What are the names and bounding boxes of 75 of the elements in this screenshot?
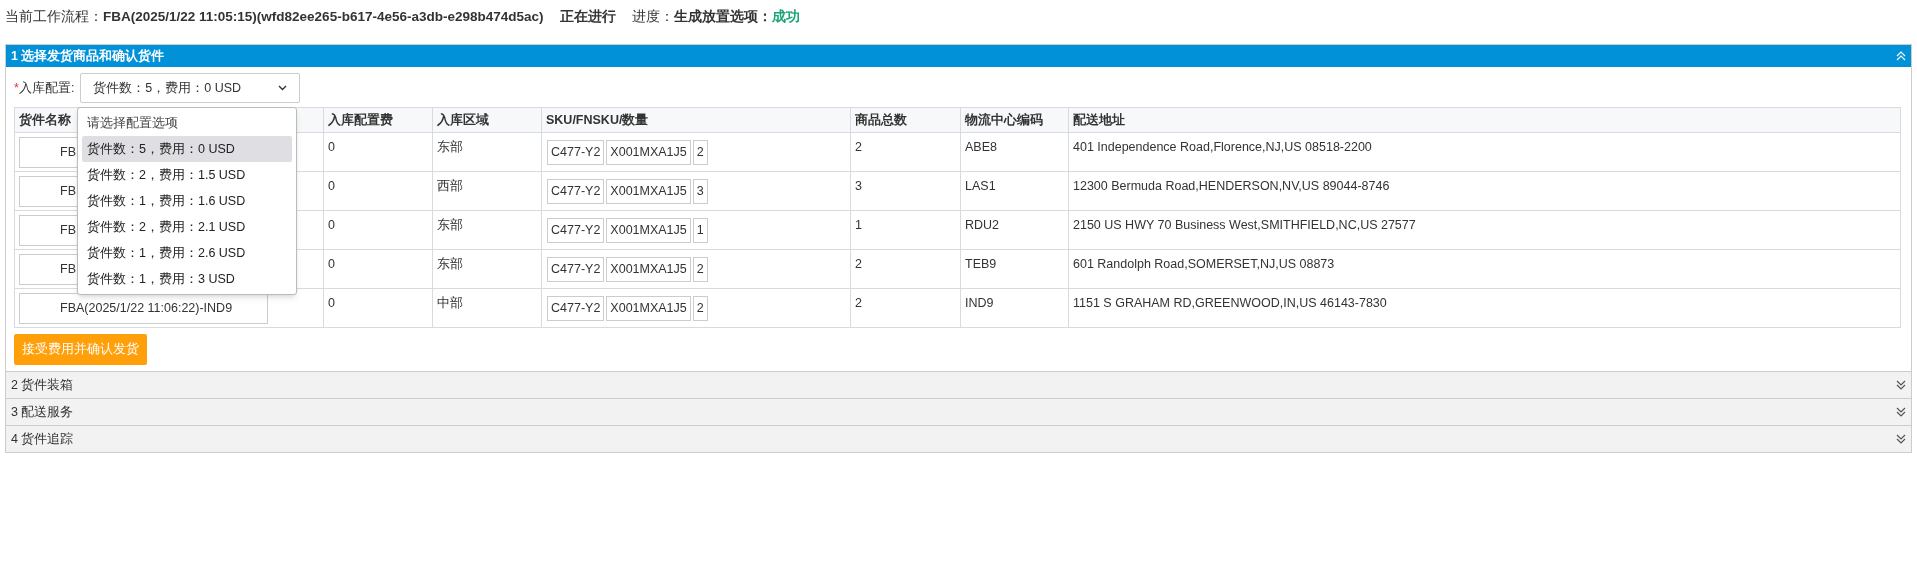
table-cell: 东部 xyxy=(432,249,542,289)
table-cell: 2 xyxy=(850,249,961,289)
table-cell: 2 xyxy=(850,288,961,328)
section-title: 2 货件装箱 xyxy=(11,376,74,394)
table-cell: 3 xyxy=(850,171,961,211)
table-cell: 0 xyxy=(323,171,433,211)
progress-label: 进度： xyxy=(631,7,674,26)
column-header: 商品总数 xyxy=(850,107,961,133)
table-cell: 东部 xyxy=(432,210,542,250)
column-header: 入库配置费 xyxy=(323,107,433,133)
sku-field[interactable]: C477-Y2 xyxy=(547,178,605,204)
table-cell: 601 Randolph Road,SOMERSET,NJ,US 08873 xyxy=(1068,249,1901,289)
progress-result: 成功 xyxy=(771,7,800,26)
fnsku-field[interactable]: X001MXA1J5 xyxy=(606,256,691,282)
config-label: 入库配置: xyxy=(18,79,75,97)
dropdown-option[interactable]: 货件数：1，费用：2.6 USD xyxy=(82,240,292,266)
workflow-status: 正在进行 xyxy=(559,7,616,26)
table-cell: RDU2 xyxy=(960,210,1069,250)
table-cell: 0 xyxy=(323,249,433,289)
fnsku-field[interactable]: X001MXA1J5 xyxy=(606,217,691,243)
sku-field[interactable]: C477-Y2 xyxy=(547,217,605,243)
section-title: 4 货件追踪 xyxy=(11,430,74,448)
quantity-field[interactable]: 2 xyxy=(692,139,708,165)
progress-step: 生成放置选项： xyxy=(673,6,772,28)
table-cell: 中部 xyxy=(432,288,542,328)
required-mark: * xyxy=(14,79,19,97)
dropdown-option[interactable]: 货件数：1，费用：3 USD xyxy=(82,266,292,292)
config-select[interactable]: 货件数：5，费用：0 USD xyxy=(80,73,301,103)
expand-icon[interactable] xyxy=(1896,380,1906,390)
column-header: SKU/FNSKU/数量 xyxy=(541,107,851,133)
table-cell: 0 xyxy=(323,210,433,250)
expand-icon[interactable] xyxy=(1896,434,1906,444)
placeholder-option[interactable]: 请选择配置选项 xyxy=(82,110,292,136)
shipment-name-field[interactable]: FBA(2025/1/22 11:06:22)-IND9 xyxy=(19,292,268,324)
sku-field[interactable]: C477-Y2 xyxy=(547,256,605,282)
table-cell: 西部 xyxy=(432,171,542,211)
table-cell: IND9 xyxy=(960,288,1069,328)
dropdown-option[interactable]: 货件数：2，费用：2.1 USD xyxy=(82,214,292,240)
dropdown-option[interactable]: 货件数：1，费用：1.6 USD xyxy=(82,188,292,214)
dropdown-option[interactable]: 货件数：2，费用：1.5 USD xyxy=(82,162,292,188)
table-cell: 401 Independence Road,Florence,NJ,US 08518-2200 xyxy=(1068,132,1901,172)
column-header: 配送地址 xyxy=(1068,107,1901,133)
fnsku-field[interactable]: X001MXA1J5 xyxy=(606,139,691,165)
expand-icon[interactable] xyxy=(1896,407,1906,417)
quantity-field[interactable]: 2 xyxy=(692,256,708,282)
section-header[interactable]: 4 货件追踪 xyxy=(6,425,1911,452)
table-cell: 1151 S GRAHAM RD,GREENWOOD,IN,US 46143-7830 xyxy=(1068,288,1901,328)
section-title: 3 配送服务 xyxy=(11,403,74,421)
table-cell: 0 xyxy=(323,132,433,172)
quantity-field[interactable]: 3 xyxy=(692,178,708,204)
table-cell: 2150 US HWY 70 Business West,SMITHFIELD,NC,US 27577 xyxy=(1068,210,1901,250)
column-header: 入库区域 xyxy=(432,107,542,133)
section-title: 1 选择发货商品和确认货件 xyxy=(11,47,165,65)
workflow-name: FBA(2025/1/22 11:05:15)(wfd82ee265-b617-4e56-a3db-e298b474d5ac) xyxy=(103,7,544,26)
collapse-icon[interactable] xyxy=(1896,51,1906,61)
fnsku-field[interactable]: X001MXA1J5 xyxy=(606,178,691,204)
sku-field[interactable]: C477-Y2 xyxy=(547,295,605,321)
table-cell: 东部 xyxy=(432,132,542,172)
dropdown-option[interactable]: 货件数：5，费用：0 USD xyxy=(82,136,292,162)
quantity-field[interactable]: 1 xyxy=(692,217,708,243)
caret-icon xyxy=(278,85,288,91)
column-header: 物流中心编码 xyxy=(960,107,1069,133)
table-cell: LAS1 xyxy=(960,171,1069,211)
table-cell: 1 xyxy=(850,210,961,250)
section-header[interactable]: 3 配送服务 xyxy=(6,398,1911,425)
workflow-label: 当前工作流程： xyxy=(5,7,103,26)
quantity-field[interactable]: 2 xyxy=(692,295,708,321)
table-cell: 12300 Bermuda Road,HENDERSON,NV,US 89044-8746 xyxy=(1068,171,1901,211)
table-cell: 0 xyxy=(323,288,433,328)
table-cell: TEB9 xyxy=(960,249,1069,289)
section-header[interactable]: 2 货件装箱 xyxy=(6,371,1911,398)
fnsku-field[interactable]: X001MXA1J5 xyxy=(606,295,691,321)
table-cell: ABE8 xyxy=(960,132,1069,172)
table-cell: 2 xyxy=(850,132,961,172)
sku-field[interactable]: C477-Y2 xyxy=(547,139,605,165)
